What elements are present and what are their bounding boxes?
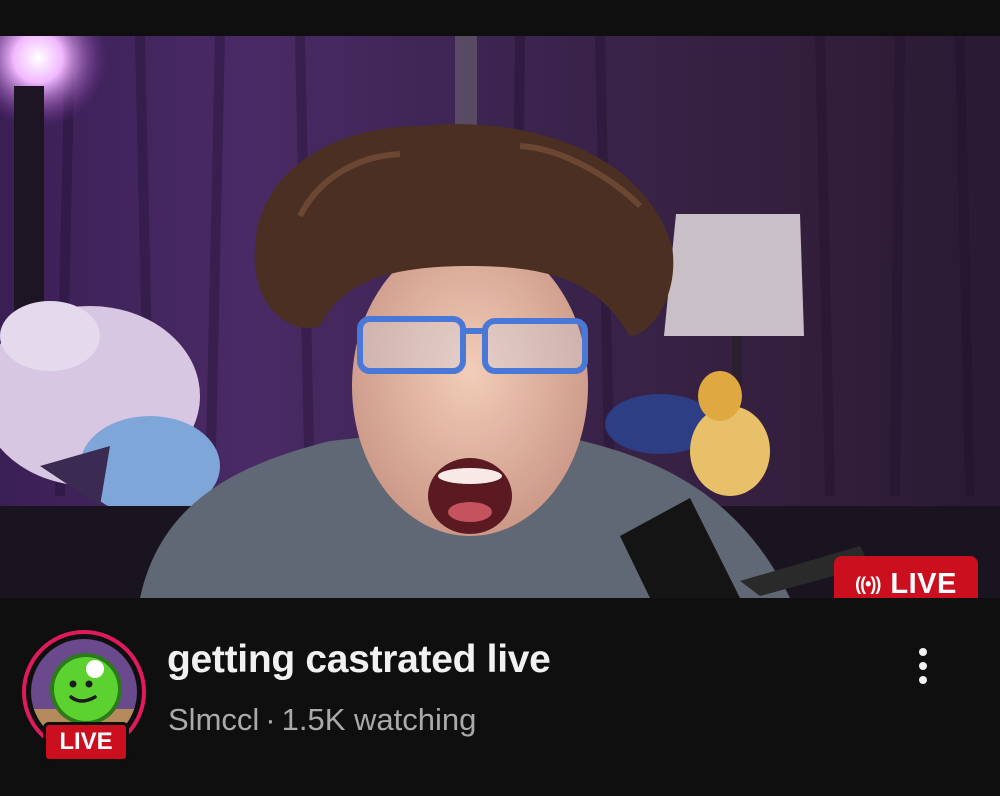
status-bar [0, 0, 1000, 36]
meta-separator: · [265, 702, 276, 737]
video-info-row: LIVE getting castrated live Slmccl · 1.5K … [0, 598, 1000, 796]
viewer-count: 1.5K watching [281, 702, 477, 737]
more-vert-icon [919, 648, 927, 656]
channel-avatar-button[interactable]: LIVE [22, 630, 146, 762]
video-meta: Slmccl · 1.5K watching [168, 702, 476, 738]
live-badge: ((•)) LIVE [834, 556, 978, 598]
broadcast-icon: ((•)) [855, 573, 881, 594]
avatar-live-badge: LIVE [43, 722, 129, 762]
channel-name[interactable]: Slmccl [168, 702, 259, 737]
more-options-button[interactable] [898, 636, 948, 696]
live-badge-label: LIVE [890, 567, 957, 599]
video-player[interactable]: ((•)) LIVE [0, 36, 1000, 598]
more-vert-icon-dot [919, 676, 927, 684]
video-frame [0, 36, 1000, 598]
video-title[interactable]: getting castrated live [167, 638, 551, 682]
more-vert-icon-dot [919, 662, 927, 670]
